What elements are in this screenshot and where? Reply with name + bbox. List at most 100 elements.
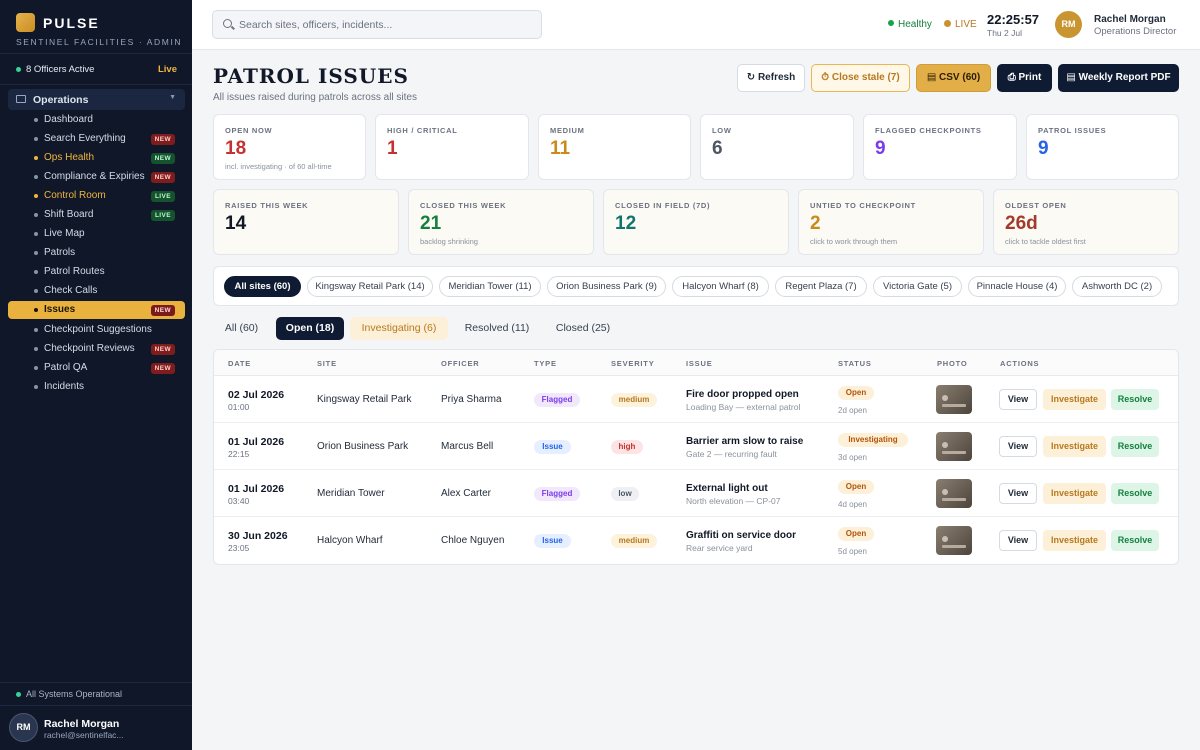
column-header-status[interactable]: STATUS (838, 359, 872, 368)
refresh-button[interactable]: ↻ Refresh (737, 64, 805, 92)
site-chip[interactable]: Orion Business Park (9) (547, 276, 666, 297)
sidebar-item-compliance[interactable]: Compliance & Expiries NEW (8, 168, 185, 186)
site-chip[interactable]: Halcyon Wharf (8) (672, 276, 769, 297)
sidebar-user[interactable]: RM Rachel Morgan rachel@sentinelfac... (0, 706, 192, 750)
tab-resolved[interactable]: Resolved (11) (456, 317, 538, 340)
sidebar-item-live-map[interactable]: Live Map (8, 225, 185, 243)
view-button[interactable]: View (999, 436, 1037, 457)
new-badge: NEW (150, 172, 175, 183)
stat-card-open-now[interactable]: OPEN NOW 18 incl. investigating · of 60 … (213, 114, 366, 180)
stat-card-flagged-checkpoints[interactable]: FLAGGED CHECKPOINTS 9 (863, 114, 1017, 180)
tab-investigating[interactable]: Investigating (6) (350, 317, 448, 340)
nav-group-operations[interactable]: Operations ▼ (8, 89, 185, 110)
view-button[interactable]: View (999, 483, 1037, 504)
tab-closed[interactable]: Closed (25) (546, 317, 620, 340)
stat-label: RAISED THIS WEEK (225, 201, 309, 210)
severity-badge: high (611, 440, 643, 454)
stat-card-untied-to-checkpoint[interactable]: UNTIED TO CHECKPOINT 2 click to work thr… (798, 189, 984, 255)
photo-thumbnail[interactable] (936, 526, 972, 555)
site-chip[interactable]: Regent Plaza (7) (775, 276, 867, 297)
stat-value: 18 (225, 138, 247, 159)
column-header-severity[interactable]: SEVERITY (611, 359, 655, 368)
sidebar-item-checkpoint-suggestions[interactable]: Checkpoint Suggestions (8, 321, 185, 339)
status-badge: Open (838, 480, 874, 494)
row-date: 30 Jun 2026 (228, 530, 288, 542)
table-row[interactable]: 30 Jun 2026 23:05 Halcyon Wharf Chloe Ng… (214, 517, 1178, 564)
stat-card-patrol-issues[interactable]: PATROL ISSUES 9 (1026, 114, 1179, 180)
stat-card-raised-this-week[interactable]: RAISED THIS WEEK 14 (213, 189, 399, 255)
table-row[interactable]: 01 Jul 2026 03:40 Meridian Tower Alex Ca… (214, 470, 1178, 517)
stat-card-closed-in-field[interactable]: CLOSED IN FIELD (7D) 12 (603, 189, 789, 255)
stat-value: 21 (420, 213, 442, 234)
stat-card-low[interactable]: LOW 6 (700, 114, 854, 180)
resolve-button[interactable]: Resolve (1111, 389, 1159, 410)
site-chip[interactable]: Kingsway Retail Park (14) (307, 276, 433, 297)
search-input[interactable] (239, 17, 529, 33)
close-stale-button[interactable]: ⏱ Close stale (7) (811, 64, 910, 92)
photo-thumbnail[interactable] (936, 432, 972, 461)
sidebar-item-patrols[interactable]: Patrols (8, 244, 185, 262)
tab-open[interactable]: Open (18) (276, 317, 344, 340)
sidebar-item-patrol-routes[interactable]: Patrol Routes (8, 263, 185, 281)
stat-card-high-critical[interactable]: HIGH / CRITICAL 1 (375, 114, 529, 180)
user-email: rachel@sentinelfac... (44, 730, 124, 740)
sidebar-item-checkpoint-reviews[interactable]: Checkpoint Reviews NEW (8, 340, 185, 358)
table-row[interactable]: 02 Jul 2026 01:00 Kingsway Retail Park P… (214, 376, 1178, 423)
column-header-officer[interactable]: OFFICER (441, 359, 480, 368)
sidebar-item-shift-board[interactable]: Shift Board LIVE (8, 206, 185, 224)
investigate-button[interactable]: Investigate (1043, 530, 1106, 551)
page-subtitle: All issues raised during patrols across … (213, 92, 417, 103)
investigate-button[interactable]: Investigate (1043, 483, 1106, 504)
resolve-button[interactable]: Resolve (1111, 483, 1159, 504)
sidebar-item-incidents[interactable]: Incidents (8, 378, 185, 396)
sidebar-item-patrol-qa[interactable]: Patrol QA NEW (8, 359, 185, 377)
column-header-issue[interactable]: ISSUE (686, 359, 713, 368)
view-button[interactable]: View (999, 530, 1037, 551)
search-box[interactable] (212, 10, 542, 39)
row-officer: Chloe Nguyen (441, 535, 505, 546)
sidebar-item-dashboard[interactable]: Dashboard (8, 111, 185, 129)
sidebar-item-label: Dashboard (44, 114, 93, 125)
site-chip[interactable]: Victoria Gate (5) (873, 276, 962, 297)
view-button[interactable]: View (999, 389, 1037, 410)
stat-card-closed-this-week[interactable]: CLOSED THIS WEEK 21 backlog shrinking (408, 189, 594, 255)
sidebar-item-search-everything[interactable]: Search Everything NEW (8, 130, 185, 148)
health-label: Healthy (898, 19, 932, 30)
column-header-site[interactable]: SITE (317, 359, 337, 368)
resolve-button[interactable]: Resolve (1111, 530, 1159, 551)
sidebar-item-ops-health[interactable]: Ops Health NEW (8, 149, 185, 167)
stat-sub: incl. investigating · of 60 all-time (225, 162, 332, 171)
row-time: 23:05 (228, 543, 250, 553)
column-header-date[interactable]: DATE (228, 359, 251, 368)
avatar[interactable]: RM (1055, 11, 1082, 38)
row-officer: Priya Sharma (441, 394, 502, 405)
photo-thumbnail[interactable] (936, 479, 972, 508)
csv-export-button[interactable]: ▤ CSV (60) (916, 64, 991, 92)
site-chip[interactable]: Ashworth DC (2) (1072, 276, 1162, 297)
site-chip[interactable]: Meridian Tower (11) (439, 276, 541, 297)
print-button[interactable]: ⎙ Print (997, 64, 1052, 92)
resolve-button[interactable]: Resolve (1111, 436, 1159, 457)
monitor-icon (16, 95, 26, 103)
status-dot-icon (16, 692, 21, 697)
type-badge: Issue (534, 440, 571, 454)
stat-label: HIGH / CRITICAL (387, 126, 458, 135)
weekly-report-button[interactable]: ▤ Weekly Report PDF (1058, 64, 1179, 92)
stat-card-oldest-open[interactable]: OLDEST OPEN 26d click to tackle oldest f… (993, 189, 1179, 255)
investigate-button[interactable]: Investigate (1043, 436, 1106, 457)
investigate-button[interactable]: Investigate (1043, 389, 1106, 410)
sidebar-item-label: Search Everything (44, 133, 126, 144)
header-user-name[interactable]: Rachel Morgan (1094, 14, 1166, 25)
site-chip[interactable]: Pinnacle House (4) (968, 276, 1066, 297)
sidebar-item-issues[interactable]: Issues NEW (8, 301, 185, 319)
table-row[interactable]: 01 Jul 2026 22:15 Orion Business Park Ma… (214, 423, 1178, 470)
stat-card-medium[interactable]: MEDIUM 11 (538, 114, 691, 180)
brand[interactable]: PULSE SENTINEL FACILITIES · ADMIN (0, 0, 192, 54)
site-chip-all[interactable]: All sites (60) (224, 276, 301, 297)
sidebar-item-check-calls[interactable]: Check Calls (8, 282, 185, 300)
tab-all[interactable]: All (60) (215, 317, 268, 340)
photo-thumbnail[interactable] (936, 385, 972, 414)
sidebar-item-control-room[interactable]: Control Room LIVE (8, 187, 185, 205)
row-site: Halcyon Wharf (317, 535, 383, 546)
column-header-type[interactable]: TYPE (534, 359, 557, 368)
